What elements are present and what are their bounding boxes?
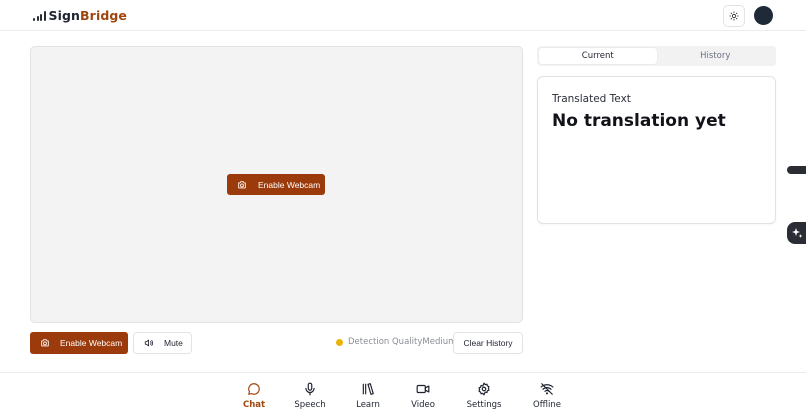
speaker-icon — [144, 339, 154, 347]
clear-history-button[interactable]: Clear History — [453, 332, 523, 354]
user-avatar[interactable] — [754, 6, 773, 25]
translated-text-label: Translated Text — [552, 93, 631, 105]
books-icon — [362, 383, 374, 395]
sun-icon — [729, 11, 739, 21]
tab-history[interactable]: History — [657, 48, 775, 64]
mute-button[interactable]: Mute — [133, 332, 192, 354]
camera-icon — [238, 180, 246, 188]
enable-webcam-label: Enable Webcam — [60, 338, 123, 348]
translation-card: Translated Text No translation yet — [537, 76, 776, 224]
app-name-bridge: Bridge — [80, 8, 127, 23]
clear-history-label: Clear History — [463, 338, 513, 348]
chat-icon — [248, 383, 260, 395]
gear-icon — [478, 382, 490, 396]
nav-offline[interactable]: Offline — [522, 381, 572, 410]
video-icon — [416, 384, 430, 394]
tab-current[interactable]: Current — [539, 48, 657, 64]
nav-chat-label: Chat — [242, 400, 266, 410]
translated-text-value: No translation yet — [552, 111, 726, 131]
side-drawer-handle[interactable] — [787, 166, 806, 174]
signal-bars-icon — [33, 10, 46, 21]
app-logo[interactable]: SignBridge — [33, 8, 127, 23]
wifi-off-icon — [540, 383, 554, 395]
nav-learn[interactable]: Learn — [343, 381, 393, 410]
detection-quality-value: Medium — [422, 337, 457, 347]
app-name-sign: Sign — [48, 8, 81, 23]
detection-quality-label: Detection Quality — [348, 337, 423, 347]
mute-label: Mute — [164, 338, 183, 348]
nav-settings[interactable]: Settings — [459, 381, 509, 410]
nav-learn-label: Learn — [356, 400, 380, 410]
sparkle-icon — [792, 228, 803, 238]
nav-speech-label: Speech — [294, 400, 326, 410]
enable-webcam-button[interactable]: Enable Webcam — [30, 332, 128, 354]
enable-webcam-label: Enable Webcam — [258, 179, 321, 190]
detection-quality-indicator: Detection Quality Medium — [336, 337, 456, 347]
enable-webcam-center-button[interactable]: Enable Webcam — [227, 174, 325, 195]
theme-toggle-button[interactable] — [723, 5, 745, 27]
app-name: SignBridge — [49, 8, 128, 23]
quality-status-dot — [336, 338, 343, 346]
translation-tabs: Current History — [537, 46, 776, 66]
bottom-navigation: Chat Speech Learn Video Settings Offline — [0, 372, 806, 418]
ai-assistant-button[interactable] — [787, 222, 806, 244]
nav-video-label: Video — [411, 400, 435, 410]
nav-video[interactable]: Video — [398, 381, 448, 410]
nav-speech[interactable]: Speech — [285, 381, 335, 410]
nav-chat[interactable]: Chat — [229, 381, 279, 410]
microphone-icon — [305, 382, 315, 396]
nav-offline-label: Offline — [533, 400, 561, 410]
nav-settings-label: Settings — [466, 400, 502, 410]
camera-icon — [41, 339, 49, 347]
app-header: SignBridge — [0, 0, 806, 31]
